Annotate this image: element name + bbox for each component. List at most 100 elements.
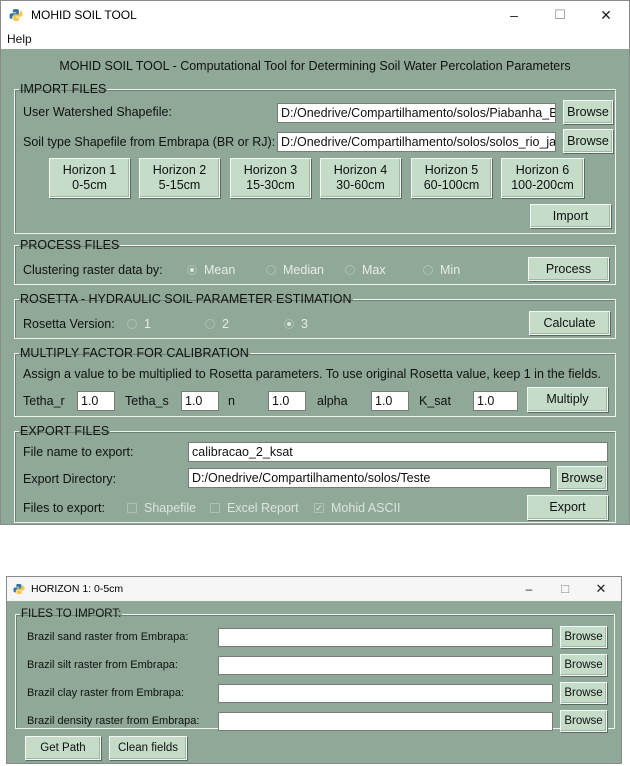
checkbox-shapefile[interactable]: Shapefile: [127, 501, 196, 515]
horizon-5-depth: 60-100cm: [423, 178, 480, 192]
k-sat-input[interactable]: 1.0: [473, 391, 518, 411]
export-files-legend: EXPORT FILES: [20, 424, 110, 438]
horizon-2-button[interactable]: Horizon 2 5-15cm: [139, 158, 220, 198]
radio-median-dot: [266, 265, 276, 275]
rosetta-radio-1-dot: [127, 319, 137, 329]
main-window-title: MOHID SOIL TOOL: [31, 8, 137, 22]
rosetta-radio-2-dot: [205, 319, 215, 329]
minimize-icon[interactable]: –: [491, 1, 537, 29]
soil-type-browse-button[interactable]: Browse: [563, 129, 613, 153]
horizon-3-button[interactable]: Horizon 3 15-30cm: [230, 158, 311, 198]
tetha-s-label: Tetha_s: [125, 394, 169, 408]
file-name-input[interactable]: calibracao_2_ksat: [188, 442, 608, 462]
silt-raster-label: Brazil silt raster from Embrapa:: [27, 659, 178, 671]
checkbox-excel-report-label: Excel Report: [227, 501, 299, 515]
python-icon: [13, 583, 25, 595]
maximize-icon[interactable]: ☐: [547, 577, 583, 601]
density-browse-button[interactable]: Browse: [560, 710, 607, 732]
radio-max[interactable]: Max: [345, 263, 386, 277]
horizon-window: HORIZON 1: 0-5cm – ☐ ✕ FILES TO IMPORT: …: [6, 576, 622, 764]
menubar: Help: [1, 29, 629, 49]
alpha-label: alpha: [317, 394, 348, 408]
calculate-button[interactable]: Calculate: [529, 311, 610, 335]
multiply-instruction: Assign a value to be multiplied to Roset…: [23, 367, 601, 381]
import-button[interactable]: Import: [530, 204, 611, 228]
rosetta-radio-2[interactable]: 2: [205, 317, 229, 331]
multiply-legend: MULTIPLY FACTOR FOR CALIBRATION: [20, 346, 249, 360]
radio-mean[interactable]: Mean: [187, 263, 235, 277]
watershed-browse-button[interactable]: Browse: [563, 100, 613, 124]
main-heading: MOHID SOIL TOOL - Computational Tool for…: [59, 59, 571, 73]
horizon-6-name: Horizon 6: [515, 163, 570, 177]
radio-median-label: Median: [283, 263, 324, 277]
watershed-path-input[interactable]: D:/Onedrive/Compartilhamento/solos/Piaba…: [277, 103, 556, 123]
horizon-4-depth: 30-60cm: [336, 178, 385, 192]
density-raster-label: Brazil density raster from Embrapa:: [27, 715, 200, 727]
files-to-export-label: Files to export:: [23, 501, 105, 515]
close-icon[interactable]: ✕: [583, 577, 619, 601]
export-browse-button[interactable]: Browse: [557, 466, 607, 490]
clay-raster-input[interactable]: [218, 684, 553, 703]
maximize-icon[interactable]: ☐: [537, 1, 583, 29]
process-files-group: PROCESS FILES: [14, 238, 616, 285]
process-files-legend: PROCESS FILES: [20, 238, 120, 252]
radio-mean-label: Mean: [204, 263, 236, 277]
horizon-6-depth: 100-200cm: [511, 178, 574, 192]
process-button[interactable]: Process: [528, 257, 609, 281]
python-icon: [9, 9, 23, 21]
checkbox-excel-report[interactable]: Excel Report: [210, 501, 299, 515]
clean-fields-button[interactable]: Clean fields: [109, 736, 187, 760]
sand-raster-input[interactable]: [218, 628, 553, 647]
multiply-button[interactable]: Multiply: [527, 387, 608, 412]
export-directory-input[interactable]: D:/Onedrive/Compartilhamento/solos/Teste: [188, 468, 551, 488]
soil-type-label: Soil type Shapefile from Embrapa (BR or …: [23, 135, 276, 149]
silt-browse-button[interactable]: Browse: [560, 654, 607, 676]
file-name-label: File name to export:: [23, 445, 134, 459]
horizon-4-button[interactable]: Horizon 4 30-60cm: [320, 158, 401, 198]
horizon-titlebar: HORIZON 1: 0-5cm – ☐ ✕: [7, 577, 621, 601]
checkbox-shapefile-label: Shapefile: [144, 501, 197, 515]
main-titlebar: MOHID SOIL TOOL – ☐ ✕: [1, 1, 629, 29]
sand-browse-button[interactable]: Browse: [560, 626, 607, 648]
horizon-5-name: Horizon 5: [424, 163, 479, 177]
get-path-button[interactable]: Get Path: [25, 736, 101, 760]
rosetta-radio-2-label: 2: [222, 317, 229, 331]
horizon-1-name: Horizon 1: [62, 163, 117, 177]
radio-max-dot: [345, 265, 355, 275]
watershed-label: User Watershed Shapefile:: [23, 105, 172, 119]
export-button[interactable]: Export: [527, 495, 608, 520]
checkbox-mohid-ascii[interactable]: ✓ Mohid ASCII: [314, 501, 400, 515]
tetha-s-input[interactable]: 1.0: [181, 391, 219, 411]
rosetta-radio-1[interactable]: 1: [127, 317, 151, 331]
horizon-5-button[interactable]: Horizon 5 60-100cm: [411, 158, 492, 198]
radio-min[interactable]: Min: [423, 263, 460, 277]
menu-help[interactable]: Help: [1, 29, 38, 49]
soil-type-path-input[interactable]: D:/Onedrive/Compartilhamento/solos/solos…: [277, 132, 556, 152]
horizon-1-button[interactable]: Horizon 1 0-5cm: [49, 158, 130, 198]
import-files-legend: IMPORT FILES: [20, 82, 107, 96]
density-raster-input[interactable]: [218, 712, 553, 731]
clay-browse-button[interactable]: Browse: [560, 682, 607, 704]
horizon-4-name: Horizon 4: [333, 163, 388, 177]
rosetta-version-label: Rosetta Version:: [23, 317, 115, 331]
tetha-r-input[interactable]: 1.0: [77, 391, 115, 411]
checkbox-mohid-ascii-label: Mohid ASCII: [331, 501, 401, 515]
alpha-input[interactable]: 1.0: [371, 391, 409, 411]
rosetta-radio-3[interactable]: 3: [284, 317, 308, 331]
minimize-icon[interactable]: –: [511, 577, 547, 601]
radio-median[interactable]: Median: [266, 263, 324, 277]
horizon-2-name: Horizon 2: [152, 163, 207, 177]
horizon-1-depth: 0-5cm: [72, 178, 107, 192]
rosetta-group: ROSETTA - HYDRAULIC SOIL PARAMETER ESTIM…: [14, 292, 616, 339]
rosetta-radio-1-label: 1: [144, 317, 151, 331]
clustering-label: Clustering raster data by:: [23, 263, 163, 277]
k-sat-label: K_sat: [419, 394, 451, 408]
rosetta-radio-3-dot: [284, 319, 294, 329]
horizon-6-button[interactable]: Horizon 6 100-200cm: [501, 158, 584, 198]
n-label: n: [228, 394, 235, 408]
close-icon[interactable]: ✕: [583, 1, 629, 29]
rosetta-radio-3-label: 3: [301, 317, 308, 331]
n-input[interactable]: 1.0: [268, 391, 306, 411]
horizon-3-name: Horizon 3: [243, 163, 298, 177]
silt-raster-input[interactable]: [218, 656, 553, 675]
